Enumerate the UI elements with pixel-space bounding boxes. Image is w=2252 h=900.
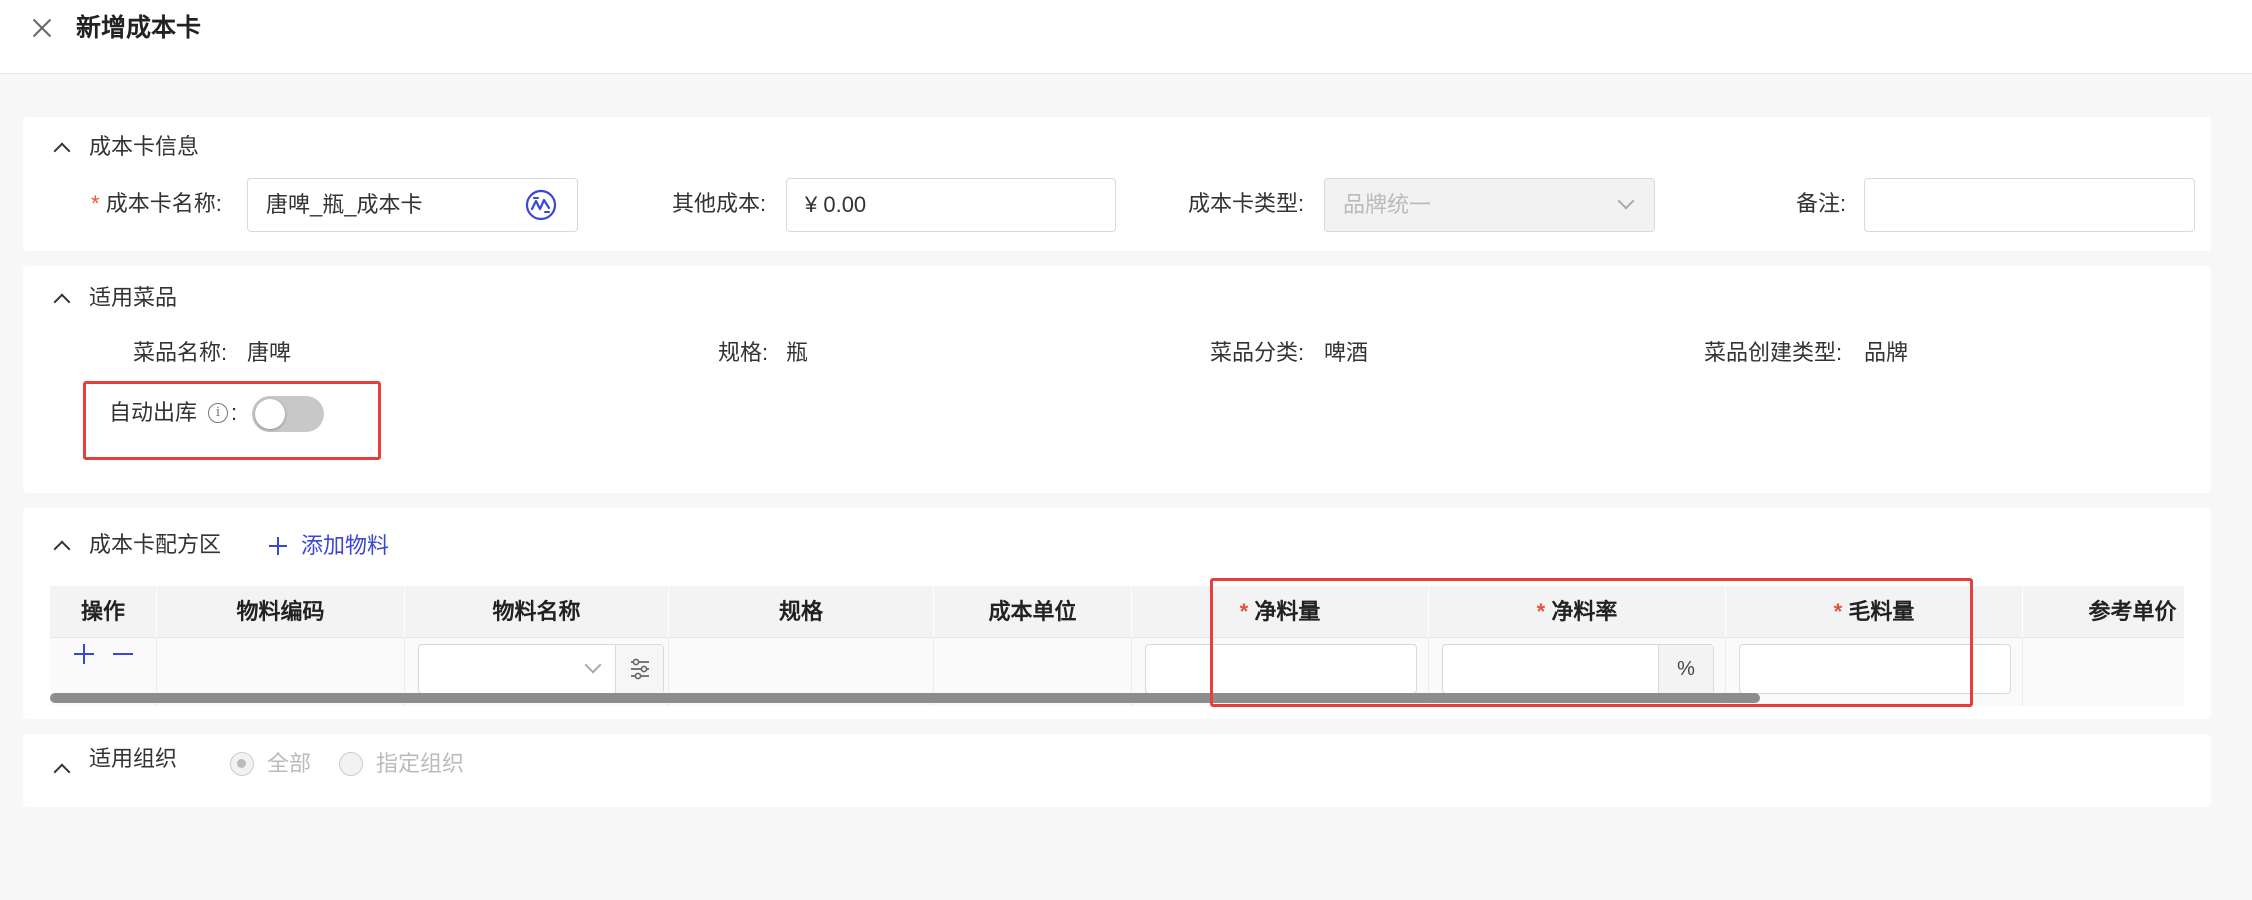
column-header-net-quantity: * 净料量 xyxy=(1132,586,1429,638)
dish-category-label: 菜品分类: xyxy=(1210,340,1305,365)
collapse-chevron-icon[interactable] xyxy=(53,293,71,311)
table-header: 操作 物料编码 物料名称 规格 成本单位 * 净料量 * 净料率 * 毛料量 参… xyxy=(50,586,2184,638)
chevron-down-icon xyxy=(584,656,602,674)
dialog-header: 新增成本卡 xyxy=(0,0,2252,74)
plus-icon xyxy=(269,537,287,555)
remark-label: 备注: xyxy=(1796,191,1847,216)
gross-quantity-cell xyxy=(1726,638,2023,706)
column-header-material-name: 物料名称 xyxy=(405,586,669,638)
collapse-chevron-icon[interactable] xyxy=(53,142,71,160)
auto-out-label: 自动出库 xyxy=(109,400,198,425)
collapse-chevron-icon[interactable] xyxy=(53,540,71,558)
cost-card-info-panel: 成本卡信息 * 成本卡名称: 唐啤_瓶_成本卡 其他成本: ¥ 0.00 成本卡… xyxy=(23,117,2211,251)
percent-suffix: % xyxy=(1658,645,1713,693)
remove-row-minus-icon[interactable] xyxy=(113,644,133,664)
section-title-recipe: 成本卡配方区 xyxy=(89,532,222,557)
radio-specified-org-label: 指定组织 xyxy=(376,751,465,776)
net-quantity-input[interactable] xyxy=(1145,644,1417,694)
horizontal-scrollbar[interactable] xyxy=(50,693,1760,703)
spec-label: 规格: xyxy=(718,340,769,365)
net-rate-input[interactable]: % xyxy=(1442,644,1714,694)
remark-input[interactable] xyxy=(1864,178,2195,232)
auto-out-toggle[interactable] xyxy=(252,396,324,432)
dish-create-type-label: 菜品创建类型: xyxy=(1704,340,1843,365)
section-title-dishes: 适用菜品 xyxy=(89,285,178,310)
language-icon[interactable] xyxy=(525,189,557,221)
dish-name-value: 唐啤 xyxy=(247,340,292,365)
collapse-chevron-icon[interactable] xyxy=(53,763,71,781)
dishes-panel: 适用菜品 菜品名称: 唐啤 规格: 瓶 菜品分类: 啤酒 菜品创建类型: 品牌 … xyxy=(23,266,2211,493)
material-name-select[interactable] xyxy=(418,644,664,694)
cost-card-type-label: 成本卡类型: xyxy=(1188,191,1305,216)
add-material-button[interactable]: 添加物料 xyxy=(269,531,389,561)
column-header-spec: 规格 xyxy=(669,586,934,638)
other-cost-label: 其他成本: xyxy=(672,191,767,216)
cost-card-type-select[interactable]: 品牌统一 xyxy=(1324,178,1655,232)
radio-all-label: 全部 xyxy=(267,751,312,776)
dish-category-value: 啤酒 xyxy=(1324,340,1369,365)
radio-all[interactable] xyxy=(230,752,254,776)
spec-value: 瓶 xyxy=(786,340,809,365)
other-cost-input[interactable]: ¥ 0.00 xyxy=(786,178,1116,232)
column-header-cost-unit: 成本单位 xyxy=(934,586,1132,638)
reference-price-cell xyxy=(2023,638,2184,706)
close-icon[interactable] xyxy=(28,14,56,42)
radio-specified-org[interactable] xyxy=(339,752,363,776)
auto-out-colon: : xyxy=(231,400,238,425)
column-header-gross-quantity: * 毛料量 xyxy=(1726,586,2023,638)
column-header-operation: 操作 xyxy=(50,586,157,638)
column-header-net-rate: * 净料率 xyxy=(1429,586,1726,638)
column-header-reference-price: 参考单价 xyxy=(2023,586,2184,638)
cost-card-name-input[interactable]: 唐啤_瓶_成本卡 xyxy=(247,178,578,232)
cost-card-name-label: * 成本卡名称: xyxy=(91,191,222,216)
page-title: 新增成本卡 xyxy=(76,14,202,42)
chevron-down-icon xyxy=(1617,192,1635,210)
section-title-cost-card-info: 成本卡信息 xyxy=(89,134,200,159)
column-header-material-code: 物料编码 xyxy=(157,586,405,638)
filter-settings-icon[interactable] xyxy=(615,645,663,693)
toggle-knob xyxy=(255,399,285,429)
dish-create-type-value: 品牌 xyxy=(1864,340,1909,365)
dish-name-label: 菜品名称: xyxy=(133,340,228,365)
gross-quantity-input[interactable] xyxy=(1739,644,2011,694)
required-mark: * xyxy=(91,191,100,216)
recipe-table: 操作 物料编码 物料名称 规格 成本单位 * 净料量 * 净料率 * 毛料量 参… xyxy=(50,586,2184,706)
sliders-icon xyxy=(631,658,649,680)
section-title-org: 适用组织 xyxy=(89,746,178,771)
add-row-plus-icon[interactable] xyxy=(74,644,94,664)
org-panel: 适用组织 全部 指定组织 xyxy=(23,734,2211,807)
info-icon[interactable]: i xyxy=(208,403,228,423)
